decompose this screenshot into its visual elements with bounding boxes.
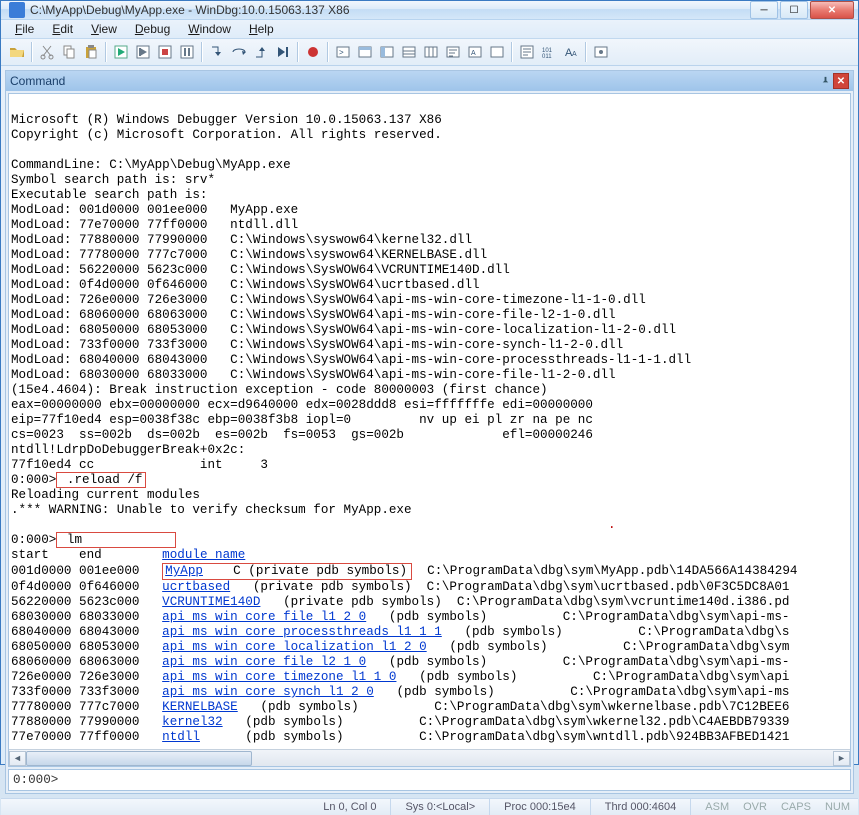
link-module-api_ms_win_core_synch_l1_2_0[interactable]: api_ms_win_core_synch_l1_2_0 — [162, 685, 374, 699]
window-title: C:\MyApp\Debug\MyApp.exe - WinDbg:10.0.1… — [30, 3, 750, 17]
command-input-bar[interactable]: 0:000> — [8, 769, 851, 791]
menu-edit[interactable]: Edit — [44, 20, 81, 38]
step-over-icon[interactable] — [229, 41, 249, 63]
menu-window[interactable]: Window — [180, 20, 239, 38]
toolbar: > A 101011 AA — [1, 39, 858, 66]
command-input[interactable] — [62, 773, 846, 787]
link-module-api_ms_win_core_file_l1_2_0[interactable]: api_ms_win_core_file_l1_2_0 — [162, 610, 366, 624]
close-button[interactable]: ✕ — [810, 1, 854, 19]
titlebar[interactable]: C:\MyApp\Debug\MyApp.exe - WinDbg:10.0.1… — [1, 1, 858, 20]
options-icon[interactable] — [591, 41, 611, 63]
scratch-window-icon[interactable] — [487, 41, 507, 63]
scroll-track[interactable] — [26, 751, 833, 766]
minimize-button[interactable]: ─ — [750, 1, 778, 19]
link-module-api_ms_win_core_timezone_l1_1_0[interactable]: api_ms_win_core_timezone_l1_1_0 — [162, 670, 396, 684]
menubar: File Edit View Debug Window Help — [1, 20, 858, 39]
link-module-api_ms_win_core_processthreads_l1_1_1[interactable]: api_ms_win_core_processthreads_l1_1_1 — [162, 625, 442, 639]
link-module-MyApp[interactable]: MyApp — [165, 564, 203, 578]
link-module-api_ms_win_core_localization_l1_2_0[interactable]: api_ms_win_core_localization_l1_2_0 — [162, 640, 427, 654]
menu-file[interactable]: File — [7, 20, 42, 38]
registers-window-icon[interactable] — [399, 41, 419, 63]
link-module-KERNELBASE[interactable]: KERNELBASE — [162, 700, 238, 714]
cut-icon[interactable] — [37, 41, 57, 63]
link-module-VCRUNTIME140D[interactable]: VCRUNTIME140D — [162, 595, 260, 609]
run-to-cursor-icon[interactable] — [273, 41, 293, 63]
svg-text:A: A — [471, 50, 476, 57]
command-reload: .reload /f — [56, 472, 145, 488]
statusbar: Ln 0, Col 0 Sys 0:<Local> Proc 000:15e4 … — [1, 798, 858, 815]
separator — [585, 42, 587, 62]
workspace: Command ✕ Microsoft (R) Windows Debugger… — [5, 70, 854, 794]
maximize-button[interactable]: ☐ — [780, 1, 808, 19]
svg-text:>: > — [339, 48, 344, 57]
status-ovr: OVR — [743, 801, 767, 813]
separator — [201, 42, 203, 62]
command-lm: lm — [56, 532, 175, 548]
break-icon[interactable] — [177, 41, 197, 63]
menu-help[interactable]: Help — [241, 20, 282, 38]
app-icon — [9, 2, 25, 18]
panel-close-icon[interactable]: ✕ — [833, 73, 849, 89]
separator — [327, 42, 329, 62]
status-process[interactable]: Proc 000:15e4 — [504, 801, 576, 813]
scroll-thumb[interactable] — [26, 751, 252, 766]
status-system[interactable]: Sys 0:<Local> — [405, 801, 475, 813]
link-module-kernel32[interactable]: kernel32 — [162, 715, 222, 729]
font-icon[interactable]: AA — [561, 41, 581, 63]
scroll-right-arrow[interactable]: ► — [833, 751, 850, 766]
memory-window-icon[interactable] — [421, 41, 441, 63]
step-out-icon[interactable] — [251, 41, 271, 63]
status-position: Ln 0, Col 0 — [323, 801, 376, 813]
separator — [297, 42, 299, 62]
link-module-name[interactable]: module name — [162, 548, 245, 562]
highlight-myapp: MyApp C (private pdb symbols) — [162, 563, 412, 580]
stop-icon[interactable] — [155, 41, 175, 63]
input-prompt: 0:000> — [13, 773, 58, 787]
horizontal-scrollbar[interactable]: ◄ ► — [9, 749, 850, 766]
pin-icon[interactable] — [817, 73, 833, 89]
open-icon[interactable] — [7, 41, 27, 63]
scroll-left-arrow[interactable]: ◄ — [9, 751, 26, 766]
paste-icon[interactable] — [81, 41, 101, 63]
menu-debug[interactable]: Debug — [127, 20, 178, 38]
svg-text:A: A — [572, 51, 577, 58]
breakpoint-icon[interactable] — [303, 41, 323, 63]
svg-text:011: 011 — [542, 54, 552, 60]
watch-window-icon[interactable] — [355, 41, 375, 63]
menu-view[interactable]: View — [83, 20, 125, 38]
source-mode-icon[interactable] — [517, 41, 537, 63]
go-icon[interactable] — [111, 41, 131, 63]
separator — [31, 42, 33, 62]
locals-window-icon[interactable] — [377, 41, 397, 63]
link-module-ucrtbased[interactable]: ucrtbased — [162, 580, 230, 594]
separator — [511, 42, 513, 62]
console-output[interactable]: Microsoft (R) Windows Debugger Version 1… — [9, 94, 850, 749]
link-module-api_ms_win_core_file_l2_1_0[interactable]: api_ms_win_core_file_l2_1_0 — [162, 655, 366, 669]
windbg-window: C:\MyApp\Debug\MyApp.exe - WinDbg:10.0.1… — [0, 0, 859, 765]
status-caps: CAPS — [781, 801, 811, 813]
window-controls: ─ ☐ ✕ — [750, 1, 854, 19]
console-area: Microsoft (R) Windows Debugger Version 1… — [8, 93, 851, 767]
link-module-ntdll[interactable]: ntdll — [162, 730, 200, 744]
separator — [105, 42, 107, 62]
panel-title: Command — [10, 74, 65, 88]
restart-icon[interactable] — [133, 41, 153, 63]
status-thread[interactable]: Thrd 000:4604 — [605, 801, 677, 813]
step-into-icon[interactable] — [207, 41, 227, 63]
status-asm[interactable]: ASM — [705, 801, 729, 813]
command-window-icon[interactable]: > — [333, 41, 353, 63]
panel-header[interactable]: Command ✕ — [6, 71, 853, 91]
binary-icon[interactable]: 101011 — [539, 41, 559, 63]
disasm-window-icon[interactable]: A — [465, 41, 485, 63]
status-num: NUM — [825, 801, 850, 813]
copy-icon[interactable] — [59, 41, 79, 63]
callstack-window-icon[interactable] — [443, 41, 463, 63]
